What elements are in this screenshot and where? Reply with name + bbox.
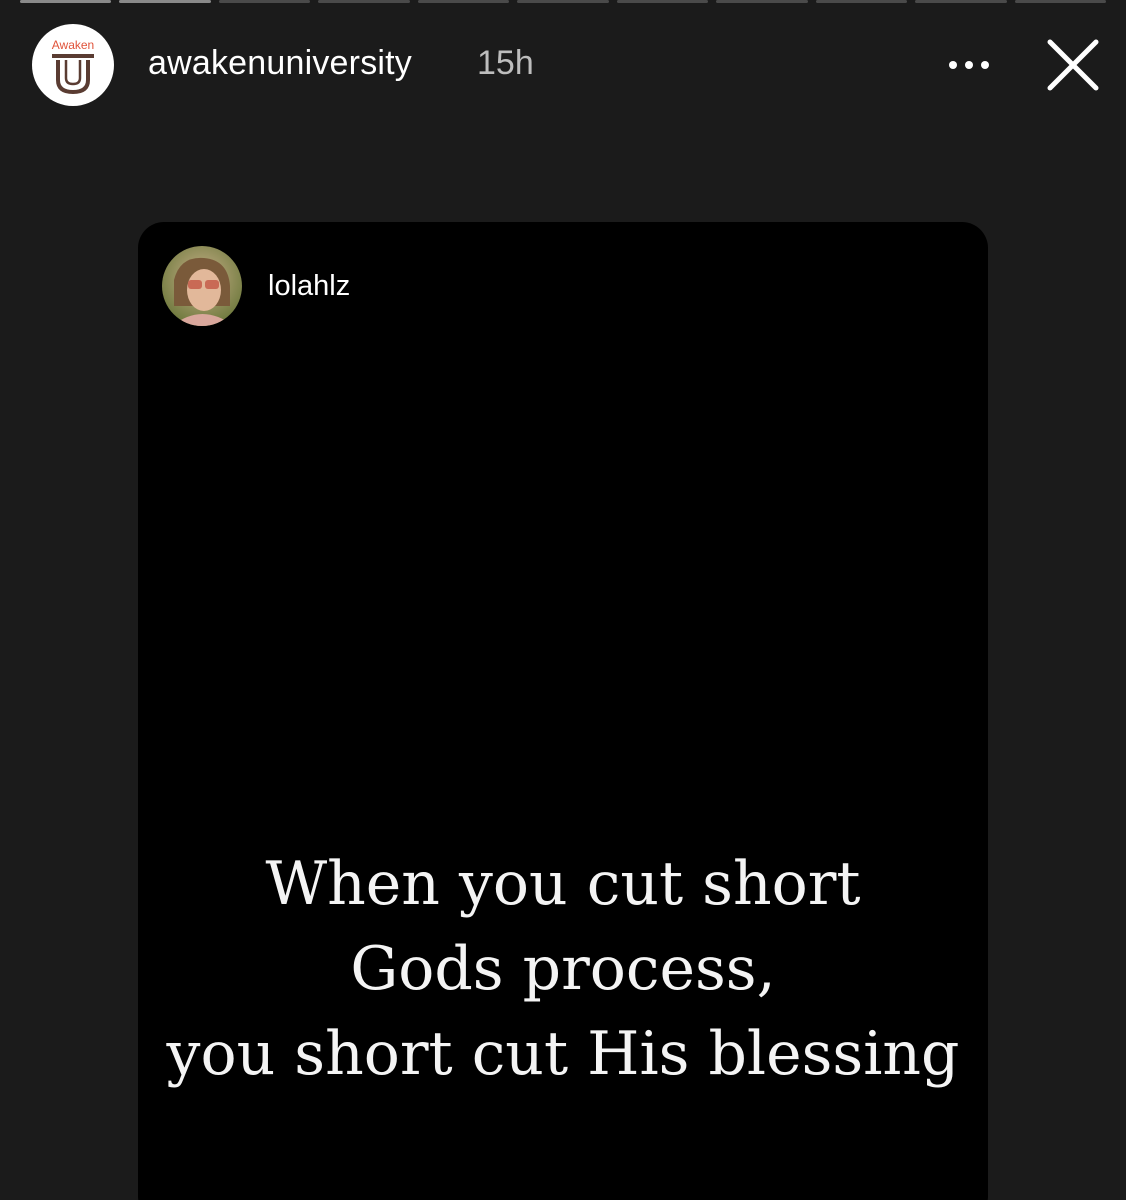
- author-photo-icon: [162, 246, 242, 326]
- progress-segment: [119, 0, 211, 3]
- progress-segment: [815, 0, 908, 3]
- progress-segment: [616, 0, 709, 3]
- quote-line: When you cut short: [265, 849, 861, 919]
- progress-segment: [218, 0, 311, 3]
- logo-text: Awaken: [52, 38, 94, 52]
- progress-segment: [915, 0, 1007, 3]
- shared-post-card[interactable]: lolahlz When you cut short Gods process,…: [138, 222, 988, 1200]
- account-avatar[interactable]: Awaken: [32, 24, 114, 106]
- progress-segment: [417, 0, 510, 3]
- progress-segment: [20, 0, 112, 3]
- progress-segment: [318, 0, 410, 3]
- more-options-button[interactable]: [940, 50, 998, 80]
- story-header: Awaken awakenuniversity 15h: [0, 20, 1126, 110]
- quote-line: Gods process,: [350, 934, 776, 1004]
- awaken-u-logo: Awaken: [52, 38, 94, 95]
- quote-line: you short cut His blessing: [166, 1019, 960, 1089]
- progress-segment: [1014, 0, 1106, 3]
- story-progress-bars: [20, 0, 1106, 4]
- story-timestamp: 15h: [477, 44, 534, 82]
- story-viewer: Awaken awakenuniversity 15h lolahlz When…: [0, 0, 1126, 1200]
- progress-segment: [716, 0, 808, 3]
- story-quote-text: When you cut short Gods process, you sho…: [138, 842, 988, 1097]
- shared-post-author-avatar[interactable]: [162, 246, 242, 326]
- progress-segment: [517, 0, 609, 3]
- more-horizontal-icon: [949, 61, 989, 69]
- account-username[interactable]: awakenuniversity: [148, 44, 412, 83]
- close-button[interactable]: [1040, 32, 1106, 98]
- shared-post-author-name[interactable]: lolahlz: [268, 270, 350, 303]
- close-icon: [1047, 39, 1099, 91]
